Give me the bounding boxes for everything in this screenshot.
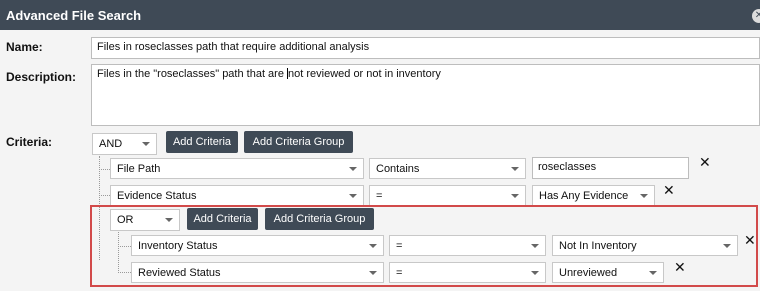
chevron-down-icon	[723, 244, 731, 248]
group-add-criteria-group-button-label: Add Criteria Group	[273, 213, 366, 225]
remove-criteria-icon[interactable]: ✕	[663, 184, 675, 198]
criteria-value-text: roseclasses	[538, 161, 597, 173]
chevron-down-icon	[511, 194, 519, 198]
tree-connector	[118, 232, 119, 273]
criteria-value-option: Has Any Evidence	[539, 189, 629, 202]
criteria-operator-value: =	[396, 266, 403, 279]
criteria-field-select[interactable]: File Path	[110, 158, 364, 179]
root-operator-select[interactable]: AND	[92, 133, 157, 155]
name-field[interactable]: Files in roseclasses path that require a…	[91, 37, 760, 59]
criteria-operator-select[interactable]: =	[389, 262, 546, 283]
close-icon[interactable]: ✕	[752, 9, 760, 23]
criteria-operator-value: Contains	[376, 162, 420, 175]
chevron-down-icon	[142, 142, 150, 146]
criteria-value-select[interactable]: Has Any Evidence	[532, 185, 655, 206]
group-add-criteria-button[interactable]: Add Criteria	[187, 208, 258, 230]
criteria-field-select[interactable]: Evidence Status	[110, 185, 364, 206]
chevron-down-icon	[349, 194, 357, 198]
criteria-value-option: Not In Inventory	[559, 239, 637, 252]
remove-criteria-icon[interactable]: ✕	[744, 234, 756, 248]
criteria-field-value: File Path	[117, 162, 161, 175]
criteria-value-select[interactable]: Unreviewed	[552, 262, 664, 283]
description-field[interactable]: Files in the "roseclasses" path that are…	[91, 64, 760, 126]
chevron-down-icon	[649, 271, 657, 275]
group-operator-value: OR	[117, 214, 134, 226]
tree-branch	[99, 169, 110, 170]
criteria-value-input[interactable]: roseclasses	[532, 157, 689, 179]
add-criteria-group-button[interactable]: Add Criteria Group	[244, 131, 353, 153]
add-criteria-button[interactable]: Add Criteria	[166, 131, 238, 153]
criteria-field-value: Reviewed Status	[138, 266, 221, 279]
remove-criteria-icon[interactable]: ✕	[674, 261, 686, 275]
criteria-label: Criteria:	[6, 135, 53, 149]
tree-branch	[99, 195, 110, 196]
criteria-field-value: Inventory Status	[138, 239, 218, 252]
root-operator-value: AND	[99, 138, 123, 150]
chevron-down-icon	[531, 244, 539, 248]
group-operator-select[interactable]: OR	[110, 209, 180, 231]
name-label: Name:	[6, 40, 43, 54]
description-text-before-caret: Files in the "roseclasses" path that are	[97, 68, 288, 80]
criteria-field-select[interactable]: Reviewed Status	[131, 262, 384, 283]
group-add-criteria-group-button[interactable]: Add Criteria Group	[265, 208, 374, 230]
add-criteria-button-label: Add Criteria	[172, 136, 232, 148]
add-criteria-group-button-label: Add Criteria Group	[252, 136, 345, 148]
criteria-operator-select[interactable]: =	[389, 235, 546, 256]
tree-branch	[118, 272, 131, 273]
dialog-title-bar: Advanced File Search ✕	[0, 0, 760, 30]
chevron-down-icon	[349, 167, 357, 171]
criteria-value-option: Unreviewed	[559, 266, 618, 279]
chevron-down-icon	[369, 271, 377, 275]
chevron-down-icon	[369, 244, 377, 248]
chevron-down-icon	[640, 194, 648, 198]
criteria-field-select[interactable]: Inventory Status	[131, 235, 384, 256]
criteria-operator-select[interactable]: Contains	[369, 158, 526, 179]
criteria-operator-select[interactable]: =	[369, 185, 526, 206]
remove-criteria-icon[interactable]: ✕	[699, 156, 711, 170]
tree-branch	[118, 246, 131, 247]
description-label: Description:	[6, 70, 77, 84]
criteria-operator-value: =	[376, 189, 383, 202]
name-field-value: Files in roseclasses path that require a…	[97, 41, 370, 53]
dialog-title: Advanced File Search	[6, 7, 142, 23]
chevron-down-icon	[531, 271, 539, 275]
chevron-down-icon	[511, 167, 519, 171]
criteria-operator-value: =	[396, 239, 403, 252]
criteria-value-select[interactable]: Not In Inventory	[552, 235, 738, 256]
description-text-after-caret: not reviewed or not in inventory	[288, 68, 441, 80]
chevron-down-icon	[165, 218, 173, 222]
criteria-field-value: Evidence Status	[117, 189, 197, 202]
group-add-criteria-button-label: Add Criteria	[193, 213, 252, 225]
